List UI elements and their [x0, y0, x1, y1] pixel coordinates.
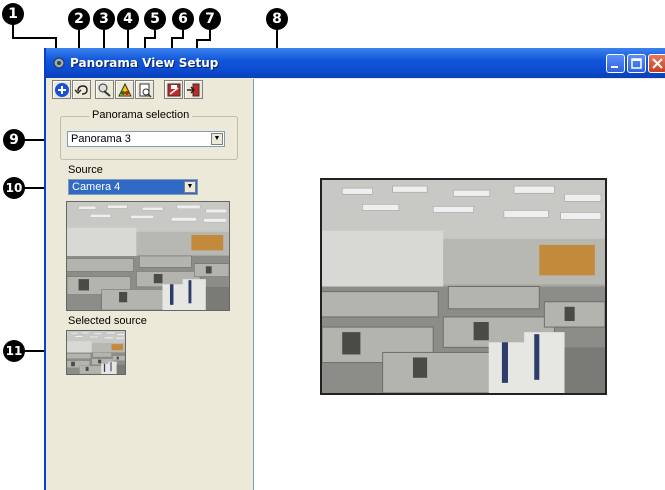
preview-icon	[139, 83, 152, 98]
panorama-view-setup-window: Panorama View Setup Panorama selection P…	[44, 48, 665, 490]
source-select-value: Camera 4	[72, 181, 121, 193]
chevron-down-icon[interactable]: ▼	[184, 181, 196, 193]
chevron-down-icon[interactable]: ▼	[211, 133, 223, 145]
selected-source-label: Selected source	[68, 315, 147, 327]
edit-panorama-button[interactable]	[95, 80, 114, 99]
panorama-select-value: Panorama 3	[71, 133, 131, 145]
panorama-view-area[interactable]	[253, 79, 665, 490]
app-icon	[53, 57, 65, 69]
callout-1: 1	[2, 3, 24, 25]
panorama-selection-legend: Panorama selection	[89, 109, 193, 121]
callout-5: 5	[144, 8, 166, 30]
source-label: Source	[68, 164, 103, 176]
maximize-button[interactable]	[627, 54, 646, 73]
panorama-preview[interactable]	[320, 178, 607, 395]
close-button[interactable]	[648, 54, 665, 73]
color-panorama-icon	[118, 82, 132, 97]
save-button[interactable]	[164, 80, 183, 99]
callout-4: 4	[117, 8, 139, 30]
callout-9: 9	[3, 129, 25, 151]
maximize-icon	[631, 58, 642, 69]
undo-button[interactable]	[72, 80, 91, 99]
exit-button[interactable]	[184, 80, 203, 99]
camera-image	[67, 202, 229, 310]
callout-6: 6	[172, 8, 194, 30]
close-icon	[652, 58, 663, 69]
add-panorama-icon	[55, 83, 69, 97]
panorama-select[interactable]: Panorama 3 ▼	[67, 131, 225, 147]
window-title: Panorama View Setup	[70, 56, 219, 70]
callout-11: 11	[3, 340, 25, 362]
callout-3: 3	[93, 8, 115, 30]
minimize-icon	[611, 66, 618, 68]
edit-panorama-icon	[98, 83, 111, 97]
callout-1-leader-h	[12, 37, 56, 39]
callout-8: 8	[266, 8, 288, 30]
add-panorama-button[interactable]	[52, 80, 71, 99]
callout-7-leader-h	[196, 39, 211, 41]
source-camera-thumbnail[interactable]	[66, 201, 230, 311]
undo-icon	[74, 85, 88, 95]
callout-10: 10	[3, 177, 25, 199]
save-icon	[167, 83, 181, 97]
color-panorama-button[interactable]	[115, 80, 134, 99]
title-bar[interactable]: Panorama View Setup	[46, 48, 665, 78]
exit-icon	[187, 83, 200, 97]
minimize-button[interactable]	[606, 54, 625, 73]
callout-2: 2	[68, 8, 90, 30]
preview-button[interactable]	[135, 80, 154, 99]
camera-image	[322, 180, 605, 393]
callout-7: 7	[199, 8, 221, 30]
selected-source-thumbnail[interactable]	[66, 330, 126, 375]
source-select[interactable]: Camera 4 ▼	[68, 179, 198, 195]
panorama-selection-group: Panorama selection Panorama 3 ▼	[60, 109, 238, 160]
camera-image	[67, 331, 125, 374]
